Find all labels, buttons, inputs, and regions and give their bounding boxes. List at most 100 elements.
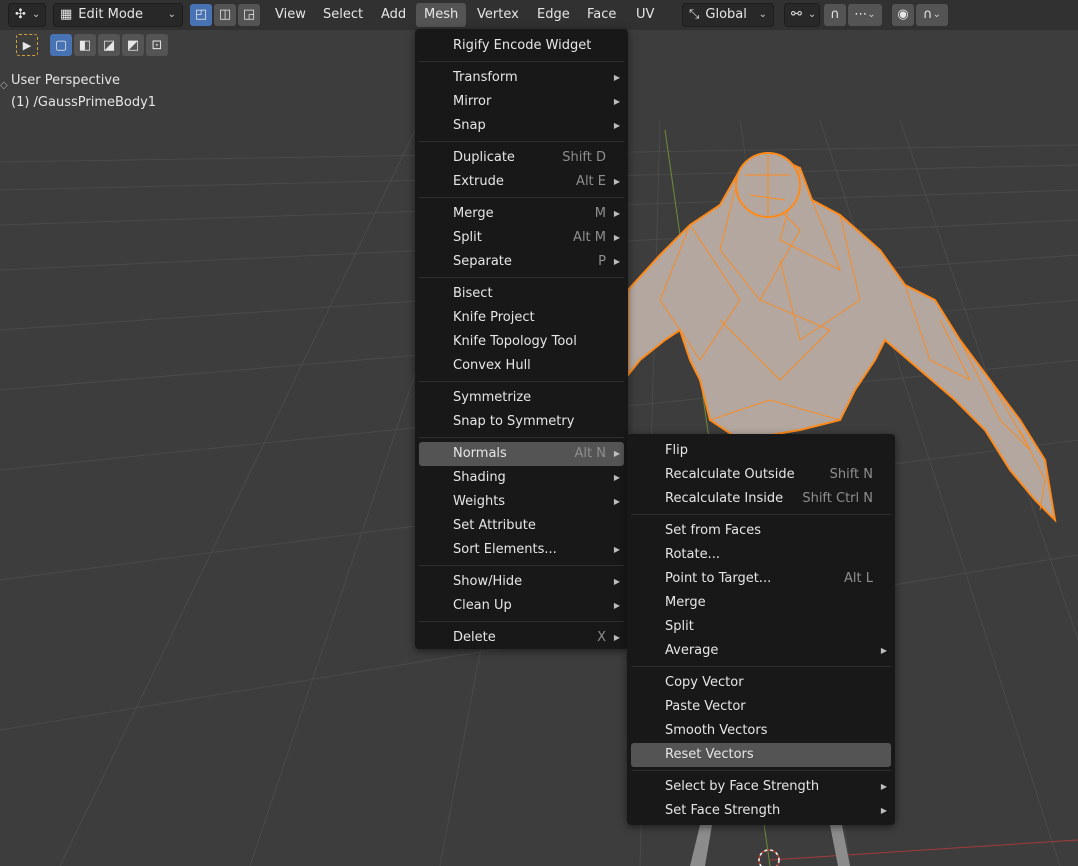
mesh-menu-item-symmetrize[interactable]: Symmetrize xyxy=(419,386,624,410)
face-select-button[interactable]: ◲ xyxy=(238,4,260,26)
pivot-point-selector[interactable]: ⚯ ⌄ xyxy=(784,3,820,27)
menu-item-label: Set Attribute xyxy=(453,518,536,533)
chevron-down-icon: ⌄ xyxy=(167,9,176,20)
normals-menu-item-recalculate-outside[interactable]: Recalculate Outside Shift N xyxy=(631,463,891,487)
mesh-menu: Rigify Encode Widget Transform ▶ Mirror ▶ Sna… xyxy=(415,29,628,649)
normals-menu-item-merge[interactable]: Merge xyxy=(631,591,891,615)
menu-separator xyxy=(631,666,891,667)
normals-menu-item-set-face-strength[interactable]: Set Face Strength ▶ xyxy=(631,799,891,823)
mesh-menu-item-normals[interactable]: Normals Alt N ▶ xyxy=(419,442,624,466)
mesh-menu-item-separate[interactable]: Separate P ▶ xyxy=(419,250,624,274)
editor-type-selector[interactable]: ✣ ⌄ xyxy=(8,3,46,27)
snap-toggle-button[interactable]: ∩ xyxy=(824,4,846,26)
menu-item-label: Copy Vector xyxy=(665,675,744,690)
mesh-menu-item-snap-to-symmetry[interactable]: Snap to Symmetry xyxy=(419,410,624,434)
normals-menu-item-flip[interactable]: Flip xyxy=(631,439,891,463)
mesh-menu-item-clean-up[interactable]: Clean Up ▶ xyxy=(419,594,624,618)
submenu-arrow-icon: ▶ xyxy=(613,473,620,482)
menu-item-label: Snap to Symmetry xyxy=(453,414,575,429)
submenu-arrow-icon: ▶ xyxy=(613,545,620,554)
proportional-edit-button[interactable]: ◉ xyxy=(892,4,914,26)
menu-item-label: Knife Topology Tool xyxy=(453,334,577,349)
menu-edge[interactable]: Edge xyxy=(529,3,578,27)
mesh-menu-item-weights[interactable]: Weights ▶ xyxy=(419,490,624,514)
menu-separator xyxy=(419,197,624,198)
select-extend-icon: ◧ xyxy=(78,37,92,53)
extend-selection-button[interactable]: ◧ xyxy=(74,34,96,56)
proportional-edit-group: ◉ ∩ ⌄ xyxy=(892,4,950,28)
mesh-menu-item-merge[interactable]: Merge M ▶ xyxy=(419,202,624,226)
mesh-menu-item-knife-topology-tool[interactable]: Knife Topology Tool xyxy=(419,330,624,354)
mode-selector[interactable]: ▦ Edit Mode ⌄ xyxy=(53,3,183,27)
mesh-menu-item-transform[interactable]: Transform ▶ xyxy=(419,66,624,90)
mesh-menu-item-delete[interactable]: Delete X ▶ xyxy=(419,626,624,650)
normals-menu-item-set-from-faces[interactable]: Set from Faces xyxy=(631,519,891,543)
mesh-menu-item-sort-elements[interactable]: Sort Elements... ▶ xyxy=(419,538,624,562)
subtract-selection-button[interactable]: ◪ xyxy=(98,34,120,56)
menu-item-label: Select by Face Strength xyxy=(665,779,820,794)
mesh-menu-item-show-hide[interactable]: Show/Hide ▶ xyxy=(419,570,624,594)
normals-menu-item-select-by-face-strength[interactable]: Select by Face Strength ▶ xyxy=(631,775,891,799)
mesh-menu-item-split[interactable]: Split Alt M ▶ xyxy=(419,226,624,250)
transform-orientation-selector[interactable]: ⤡ Global ⌄ xyxy=(682,3,774,27)
normals-menu-item-copy-vector[interactable]: Copy Vector xyxy=(631,671,891,695)
edge-select-button[interactable]: ◫ xyxy=(214,4,236,26)
mesh-menu-item-set-attribute[interactable]: Set Attribute xyxy=(419,514,624,538)
chevron-down-icon: ⌄ xyxy=(807,9,817,20)
menu-face[interactable]: Face xyxy=(579,3,624,27)
menu-item-label: Symmetrize xyxy=(453,390,532,405)
normals-menu-item-point-to-target[interactable]: Point to Target... Alt L xyxy=(631,567,891,591)
menu-item-label: Convex Hull xyxy=(453,358,531,373)
chevron-down-icon: ⌄ xyxy=(932,9,941,20)
mesh-menu-item-rigify-encode-widget[interactable]: Rigify Encode Widget xyxy=(419,34,624,58)
menu-item-label: Flip xyxy=(665,443,688,458)
object-name: (1) /GaussPrimeBody1 xyxy=(11,95,157,110)
mesh-menu-item-shading[interactable]: Shading ▶ xyxy=(419,466,624,490)
set-selection-button[interactable]: ▢ xyxy=(50,34,72,56)
submenu-arrow-icon: ▶ xyxy=(880,646,887,655)
snap-target-selector[interactable]: ⋯ ⌄ xyxy=(848,4,882,26)
normals-menu-item-recalculate-inside[interactable]: Recalculate Inside Shift Ctrl N xyxy=(631,487,891,511)
submenu-arrow-icon: ▶ xyxy=(613,449,620,458)
mesh-menu-item-knife-project[interactable]: Knife Project xyxy=(419,306,624,330)
chevron-right-icon[interactable]: ◇ xyxy=(0,80,8,91)
normals-menu-item-split[interactable]: Split xyxy=(631,615,891,639)
mesh-menu-item-bisect[interactable]: Bisect xyxy=(419,282,624,306)
menu-vertex[interactable]: Vertex xyxy=(469,3,527,27)
pivot-icon: ⚯ xyxy=(791,7,802,22)
select-set-icon: ▢ xyxy=(54,37,68,53)
submenu-arrow-icon: ▶ xyxy=(613,209,620,218)
selection-mode-group: ▢ ◧ ◪ ◩ ⊡ xyxy=(50,34,170,56)
mesh-menu-item-duplicate[interactable]: Duplicate Shift D xyxy=(419,146,624,170)
mesh-menu-item-mirror[interactable]: Mirror ▶ xyxy=(419,90,624,114)
menu-uv[interactable]: UV xyxy=(628,3,662,27)
normals-menu-item-reset-vectors[interactable]: Reset Vectors xyxy=(631,743,891,767)
submenu-arrow-icon: ▶ xyxy=(613,633,620,642)
select-tool-button[interactable]: ▶ xyxy=(16,34,38,56)
menu-separator xyxy=(419,381,624,382)
normals-menu-item-rotate[interactable]: Rotate... xyxy=(631,543,891,567)
menu-item-label: Duplicate xyxy=(453,150,515,165)
invert-selection-button[interactable]: ◩ xyxy=(122,34,144,56)
mesh-menu-item-convex-hull[interactable]: Convex Hull xyxy=(419,354,624,378)
normals-menu-item-smooth-vectors[interactable]: Smooth Vectors xyxy=(631,719,891,743)
mesh-menu-item-extrude[interactable]: Extrude Alt E ▶ xyxy=(419,170,624,194)
menu-item-label: Recalculate Outside xyxy=(665,467,795,482)
menu-item-label: Split xyxy=(453,230,482,245)
falloff-selector[interactable]: ∩ ⌄ xyxy=(916,4,948,26)
menu-item-label: Transform xyxy=(453,70,518,85)
chevron-down-icon: ⌄ xyxy=(867,9,876,20)
normals-menu-item-average[interactable]: Average ▶ xyxy=(631,639,891,663)
menu-view[interactable]: View xyxy=(267,3,314,27)
menu-add[interactable]: Add xyxy=(373,3,414,27)
menu-item-shortcut: Alt N xyxy=(574,446,606,461)
menu-mesh[interactable]: Mesh xyxy=(416,3,467,27)
orientation-icon: ⤡ xyxy=(689,7,700,22)
menu-item-label: Weights xyxy=(453,494,506,509)
vertex-select-button[interactable]: ◰ xyxy=(190,4,212,26)
viewport-header: ✣ ⌄ ▦ Edit Mode ⌄ ◰ ◫ ◲ View Select Add … xyxy=(0,0,1078,30)
mesh-menu-item-snap[interactable]: Snap ▶ xyxy=(419,114,624,138)
menu-select[interactable]: Select xyxy=(315,3,371,27)
intersect-selection-button[interactable]: ⊡ xyxy=(146,34,168,56)
normals-menu-item-paste-vector[interactable]: Paste Vector xyxy=(631,695,891,719)
